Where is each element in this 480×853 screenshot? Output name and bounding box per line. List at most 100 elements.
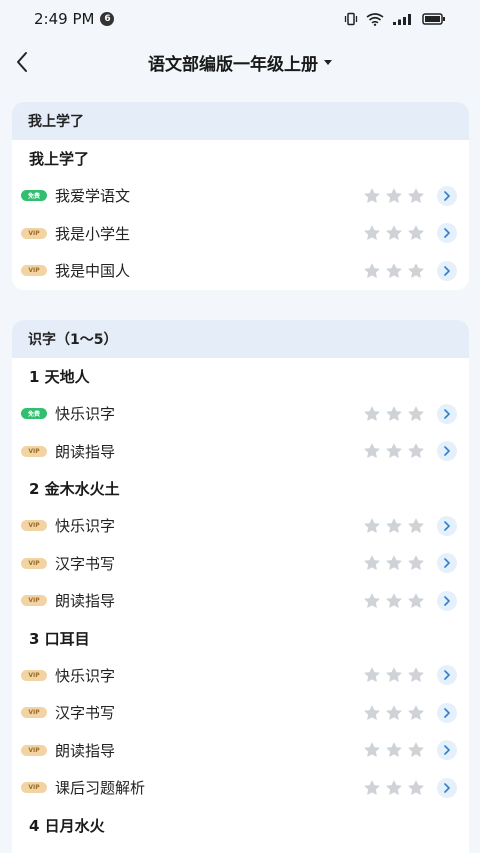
star-outline-icon	[364, 263, 380, 278]
status-bar: 2:49 PM 6	[0, 0, 480, 38]
star-rating	[363, 741, 425, 759]
star-rating	[363, 666, 425, 684]
lesson-item[interactable]: VIP 汉字书写	[12, 545, 469, 583]
chevron-right-icon	[444, 745, 450, 756]
chevron-right-icon	[444, 595, 450, 606]
star-outline-icon	[386, 518, 402, 533]
star-outline-icon	[364, 555, 380, 570]
star-outline-icon	[408, 225, 424, 240]
lesson-item[interactable]: VIP 汉字书写	[12, 694, 469, 732]
star-outline-icon	[408, 263, 424, 278]
star-rating	[363, 187, 425, 205]
star-outline-icon	[386, 406, 402, 421]
unit-content: 1 天地人 免费 快乐识字 VIP 朗读指导 2 金木水火土 VIP 快乐识字 VIP…	[12, 358, 469, 844]
star-rating	[363, 704, 425, 722]
unit-heading: 我上学了	[12, 102, 469, 140]
star-outline-icon	[364, 406, 380, 421]
lesson-label: 快乐识字	[55, 666, 116, 685]
open-lesson-button[interactable]	[437, 665, 457, 686]
star-rating	[363, 592, 425, 610]
free-badge: 免费	[21, 408, 47, 420]
vip-badge: VIP	[21, 520, 47, 532]
lesson-item[interactable]: VIP 我是小学生	[12, 215, 469, 253]
vip-badge: VIP	[21, 782, 47, 794]
star-outline-icon	[408, 742, 424, 757]
lesson-label: 快乐识字	[55, 405, 116, 424]
open-lesson-button[interactable]	[437, 702, 457, 723]
vip-badge: VIP	[21, 227, 47, 239]
star-outline-icon	[386, 742, 402, 757]
star-outline-icon	[386, 263, 402, 278]
open-lesson-button[interactable]	[437, 553, 457, 574]
star-outline-icon	[364, 188, 380, 203]
star-outline-icon	[386, 443, 402, 458]
chevron-left-icon	[17, 52, 27, 72]
chevron-right-icon	[444, 446, 450, 457]
lesson-group-title: 4 日月水火	[29, 816, 105, 835]
open-lesson-button[interactable]	[437, 260, 457, 281]
lesson-label: 朗读指导	[55, 442, 116, 461]
lesson-item[interactable]: VIP 朗读指导	[12, 732, 469, 770]
open-lesson-button[interactable]	[437, 590, 457, 611]
lesson-item[interactable]: 免费 快乐识字	[12, 395, 469, 433]
unit-card: 我上学了 我上学了 免费 我爱学语文 VIP 我是小学生 VIP 我是中国人	[12, 102, 469, 290]
star-outline-icon	[408, 705, 424, 720]
star-outline-icon	[408, 593, 424, 608]
status-right	[344, 12, 446, 26]
vip-badge: VIP	[21, 744, 47, 756]
star-outline-icon	[408, 518, 424, 533]
notification-badge: 6	[100, 12, 115, 26]
unit-heading: 识字（1～5）	[12, 320, 469, 358]
lesson-item[interactable]: VIP 朗读指导	[12, 433, 469, 471]
star-outline-icon	[408, 555, 424, 570]
star-outline-icon	[408, 188, 424, 203]
status-left: 2:49 PM 6	[34, 10, 115, 28]
lesson-item[interactable]: VIP 我是中国人	[12, 252, 469, 290]
lesson-label: 我是中国人	[55, 262, 131, 281]
vip-badge: VIP	[21, 669, 47, 681]
lesson-label: 我爱学语文	[55, 187, 131, 206]
textbook-selector[interactable]: 语文部编版一年级上册	[148, 50, 332, 75]
chevron-right-icon	[444, 707, 450, 718]
lesson-item[interactable]: VIP 课后习题解析	[12, 769, 469, 807]
star-outline-icon	[364, 225, 380, 240]
open-lesson-button[interactable]	[437, 515, 457, 536]
star-outline-icon	[364, 780, 380, 795]
lesson-item[interactable]: 免费 我爱学语文	[12, 177, 469, 215]
chevron-right-icon	[444, 408, 450, 419]
open-lesson-button[interactable]	[437, 403, 457, 424]
star-rating	[363, 554, 425, 572]
star-outline-icon	[408, 443, 424, 458]
star-rating	[363, 262, 425, 280]
header: 语文部编版一年级上册	[0, 40, 480, 84]
lesson-group-title: 1 天地人	[29, 368, 90, 386]
vip-badge: VIP	[21, 595, 47, 607]
star-outline-icon	[364, 518, 380, 533]
lesson-label: 朗读指导	[55, 741, 116, 760]
lesson-item[interactable]: VIP 快乐识字	[12, 507, 469, 545]
open-lesson-button[interactable]	[437, 185, 457, 206]
lesson-group-title: 3 口耳目	[29, 629, 90, 648]
open-lesson-button[interactable]	[437, 777, 457, 798]
star-rating	[363, 442, 425, 460]
star-outline-icon	[408, 406, 424, 421]
battery-icon	[422, 13, 445, 25]
star-rating	[363, 517, 425, 535]
open-lesson-button[interactable]	[437, 223, 457, 244]
lesson-item[interactable]: VIP 快乐识字	[12, 657, 469, 695]
back-button[interactable]	[8, 46, 36, 78]
open-lesson-button[interactable]	[437, 441, 457, 462]
lesson-group-title: 2 金木水火土	[29, 480, 120, 498]
open-lesson-button[interactable]	[437, 740, 457, 761]
star-outline-icon	[386, 225, 402, 240]
star-outline-icon	[364, 443, 380, 458]
vip-badge: VIP	[21, 265, 47, 277]
star-outline-icon	[364, 742, 380, 757]
page-title: 语文部编版一年级上册	[148, 54, 318, 75]
star-outline-icon	[386, 705, 402, 720]
star-outline-icon	[386, 593, 402, 608]
star-outline-icon	[386, 555, 402, 570]
lesson-label: 我是小学生	[55, 224, 131, 243]
lesson-item[interactable]: VIP 朗读指导	[12, 582, 469, 620]
star-outline-icon	[386, 188, 402, 203]
